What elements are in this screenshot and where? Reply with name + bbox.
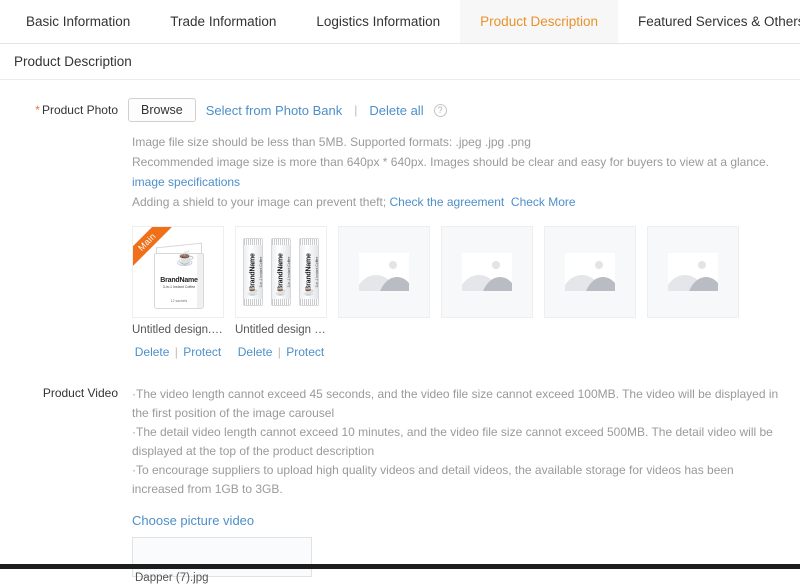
viewport-bottom-edge <box>0 564 800 569</box>
product-video-label: Product Video <box>0 385 128 400</box>
sachet: BrandName 3-in-1 Instant Coffee ☕ <box>271 238 291 306</box>
thumbnail-actions: Delete | Protect <box>235 345 327 359</box>
tab-label: Product Description <box>480 14 598 29</box>
image-placeholder-icon <box>565 253 615 291</box>
delete-photo-link[interactable]: Delete <box>135 345 170 359</box>
box-footer-text: 12 sachets <box>158 299 200 303</box>
thumbnail-cell <box>544 226 636 359</box>
product-photo-label-text: Product Photo <box>42 103 118 117</box>
link-separator: | <box>354 103 357 117</box>
thumbnail-filename: Untitled design.png <box>132 324 224 336</box>
hint-file-size: Image file size should be less than 5MB.… <box>132 132 792 152</box>
image-specifications-link[interactable]: image specifications <box>132 175 240 189</box>
product-description-form: *Product Photo Browse Select from Photo … <box>0 80 800 577</box>
video-bullet-1: ·The video length cannot exceed 45 secon… <box>132 385 782 423</box>
product-photo-row: *Product Photo Browse Select from Photo … <box>0 98 800 359</box>
box-subtitle-text: 3-in-1 Instant Coffee <box>158 285 200 289</box>
thumbnail-filename: Untitled design (2).p... <box>235 324 327 336</box>
product-tab-bar: Basic Information Trade Information Logi… <box>0 0 800 44</box>
video-bullet-2: ·The detail video length cannot exceed 1… <box>132 423 782 461</box>
tab-basic-information[interactable]: Basic Information <box>6 0 150 43</box>
thumbnail-cell: BrandName 3-in-1 Instant Coffee ☕ BrandN… <box>235 226 327 359</box>
thumbnail-placeholder-6[interactable] <box>647 226 739 318</box>
sachet-subtitle-text: 3-in-1 Instant Coffee <box>315 257 319 288</box>
coffee-box-artwork: ☕ BrandName 3-in-1 Instant Coffee 12 sac… <box>150 239 206 309</box>
coffee-cup-icon: ☕ <box>247 287 258 296</box>
sun-shape <box>389 261 397 269</box>
question-mark-icon[interactable]: ? <box>434 104 447 117</box>
sachet: BrandName 3-in-1 Instant Coffee ☕ <box>243 238 263 306</box>
thumbnail-cell <box>647 226 739 359</box>
delete-photo-link[interactable]: Delete <box>238 345 273 359</box>
section-header: Product Description <box>0 44 800 80</box>
choose-picture-video-link[interactable]: Choose picture video <box>132 513 254 528</box>
thumbnail-image-1[interactable]: Main ☕ BrandName 3-in-1 Instant Coffee 1… <box>132 226 224 318</box>
thumbnail-cell <box>441 226 533 359</box>
thumbnail-cell <box>338 226 430 359</box>
thumbnail-actions: Delete | Protect <box>132 345 224 359</box>
action-separator: | <box>175 345 178 359</box>
sachet: BrandName 3-in-1 Instant Coffee ☕ <box>299 238 319 306</box>
thumbnail-placeholder-3[interactable] <box>338 226 430 318</box>
hint-shield-text: Adding a shield to your image can preven… <box>132 195 390 209</box>
video-bullet-3: ·To encourage suppliers to upload high q… <box>132 461 782 499</box>
video-attached-filename: Dapper (7).jpg <box>135 572 209 584</box>
sun-shape <box>492 261 500 269</box>
thumbnail-placeholder-5[interactable] <box>544 226 636 318</box>
photo-upload-controls: Browse Select from Photo Bank | Delete a… <box>128 98 800 122</box>
check-more-link[interactable]: Check More <box>511 195 576 209</box>
image-placeholder-icon <box>462 253 512 291</box>
protect-photo-link[interactable]: Protect <box>286 345 324 359</box>
protect-photo-link[interactable]: Protect <box>183 345 221 359</box>
tab-logistics-information[interactable]: Logistics Information <box>296 0 460 43</box>
coffee-cup-icon: ☕ <box>176 251 196 267</box>
thumbnail-placeholder-4[interactable] <box>441 226 533 318</box>
video-bullets: ·The video length cannot exceed 45 secon… <box>128 385 800 499</box>
required-marker: * <box>35 103 40 117</box>
sun-shape <box>698 261 706 269</box>
delete-all-link[interactable]: Delete all <box>369 103 423 118</box>
choose-picture-video-wrapper: Choose picture video <box>128 513 800 528</box>
image-placeholder-icon <box>668 253 718 291</box>
tab-label: Logistics Information <box>316 14 440 29</box>
hint-recommended-size-text: Recommended image size is more than 640p… <box>132 155 769 169</box>
action-separator: | <box>278 345 281 359</box>
hint-recommended-size: Recommended image size is more than 640p… <box>132 152 792 192</box>
product-video-row: Product Video ·The video length cannot e… <box>0 385 800 577</box>
photo-thumbnail-grid: Main ☕ BrandName 3-in-1 Instant Coffee 1… <box>128 226 800 359</box>
tab-label: Featured Services & Others <box>638 14 800 29</box>
video-upload-box[interactable]: Dapper (7).jpg <box>132 537 312 577</box>
hint-shield: Adding a shield to your image can preven… <box>132 192 792 212</box>
product-photo-body: Browse Select from Photo Bank | Delete a… <box>128 98 800 359</box>
product-video-body: ·The video length cannot exceed 45 secon… <box>128 385 800 577</box>
check-agreement-link[interactable]: Check the agreement <box>390 195 505 209</box>
coffee-cup-icon: ☕ <box>275 287 286 296</box>
product-photo-label: *Product Photo <box>0 98 128 117</box>
tab-label: Basic Information <box>26 14 130 29</box>
section-title: Product Description <box>14 54 132 69</box>
sun-shape <box>595 261 603 269</box>
thumbnail-image-2[interactable]: BrandName 3-in-1 Instant Coffee ☕ BrandN… <box>235 226 327 318</box>
select-from-photo-bank-link[interactable]: Select from Photo Bank <box>206 103 343 118</box>
box-brand-text: BrandName <box>158 277 200 284</box>
sachet-subtitle-text: 3-in-1 Instant Coffee <box>259 257 263 288</box>
photo-hints: Image file size should be less than 5MB.… <box>128 132 800 212</box>
image-placeholder-icon <box>359 253 409 291</box>
thumbnail-cell: Main ☕ BrandName 3-in-1 Instant Coffee 1… <box>132 226 224 359</box>
coffee-cup-icon: ☕ <box>303 287 314 296</box>
tab-label: Trade Information <box>170 14 276 29</box>
sachets-artwork: BrandName 3-in-1 Instant Coffee ☕ BrandN… <box>243 236 319 308</box>
tab-trade-information[interactable]: Trade Information <box>150 0 296 43</box>
tab-featured-services-others[interactable]: Featured Services & Others <box>618 0 800 43</box>
tab-product-description[interactable]: Product Description <box>460 0 618 43</box>
sachet-subtitle-text: 3-in-1 Instant Coffee <box>287 257 291 288</box>
browse-button[interactable]: Browse <box>128 98 196 122</box>
